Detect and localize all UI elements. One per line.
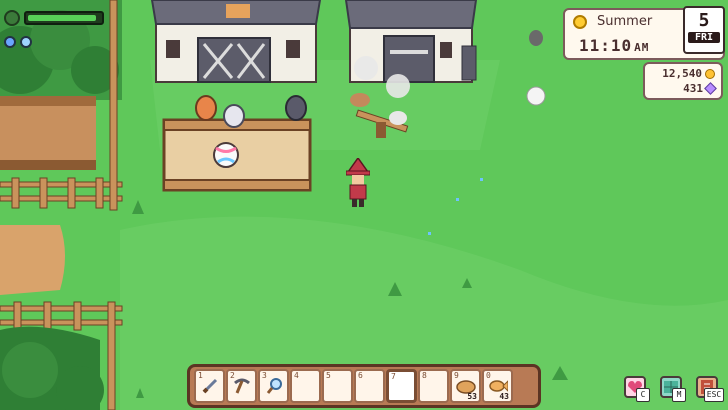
slot-key-label: 7 [391, 372, 396, 381]
season-label: Summer [597, 14, 653, 29]
hotbar-slot-3[interactable]: 3 [258, 369, 289, 403]
slot-key-label: 4 [294, 371, 299, 380]
player-character [346, 158, 370, 207]
day-name: FRI [688, 32, 720, 43]
map-menu-key: M [672, 388, 686, 402]
mana-icon [4, 36, 16, 48]
hotbar-slot-7[interactable]: 7 [386, 369, 417, 403]
hotbar-slot-5[interactable]: 5 [322, 369, 353, 403]
game-scene [0, 0, 728, 410]
gold-row: 12,540 [662, 67, 715, 80]
slot-key-label: 6 [358, 371, 363, 380]
status-icons [4, 36, 32, 48]
hotbar: 1 2 3 4 5 6 7 8 9 53 0 43 [187, 364, 541, 408]
character-menu-button[interactable]: C [624, 376, 650, 402]
slot-item-count: 53 [467, 392, 477, 401]
map-menu-button[interactable]: M [660, 376, 686, 402]
essence-gem-icon [704, 82, 717, 95]
hotbar-slot-8[interactable]: 8 [418, 369, 449, 403]
slot-key-label: 5 [326, 371, 331, 380]
day-number: 5 [698, 10, 710, 31]
gold-amount: 12,540 [662, 67, 702, 80]
energy-icon [4, 10, 20, 26]
journal-menu-key: ESC [704, 388, 724, 402]
pickaxe-icon [233, 377, 251, 399]
journal-menu-button[interactable]: ESC [696, 376, 724, 402]
calendar-day[interactable]: 5 FRI [683, 6, 725, 54]
hotbar-slot-4[interactable]: 4 [290, 369, 321, 403]
essence-amount: 431 [683, 82, 703, 95]
hotbar-slot-1[interactable]: 1 [194, 369, 225, 403]
coin-icon [705, 68, 715, 79]
energy-bar [24, 11, 104, 25]
essence-row: 431 [683, 82, 717, 95]
sword-icon [201, 377, 219, 399]
ampm-label: AM [634, 41, 650, 54]
hotbar-slot-0[interactable]: 0 43 [482, 369, 513, 403]
season-row: Summer [573, 14, 652, 29]
hotbar-slot-2[interactable]: 2 [226, 369, 257, 403]
slot-item-count: 43 [499, 392, 509, 401]
buff-icon [20, 36, 32, 48]
net-icon [265, 377, 283, 399]
currency-panel: 12,540 431 [643, 62, 723, 100]
character-menu-key: C [636, 388, 650, 402]
time-value: 11:10 [579, 36, 633, 55]
sun-icon [573, 14, 587, 29]
time-display: 11:10 AM [579, 36, 649, 55]
energy-bar-fill [28, 15, 97, 21]
slot-key-label: 8 [422, 371, 427, 380]
energy-hud [4, 10, 104, 26]
hotbar-slot-9[interactable]: 9 53 [450, 369, 481, 403]
hotbar-slot-6[interactable]: 6 [354, 369, 385, 403]
